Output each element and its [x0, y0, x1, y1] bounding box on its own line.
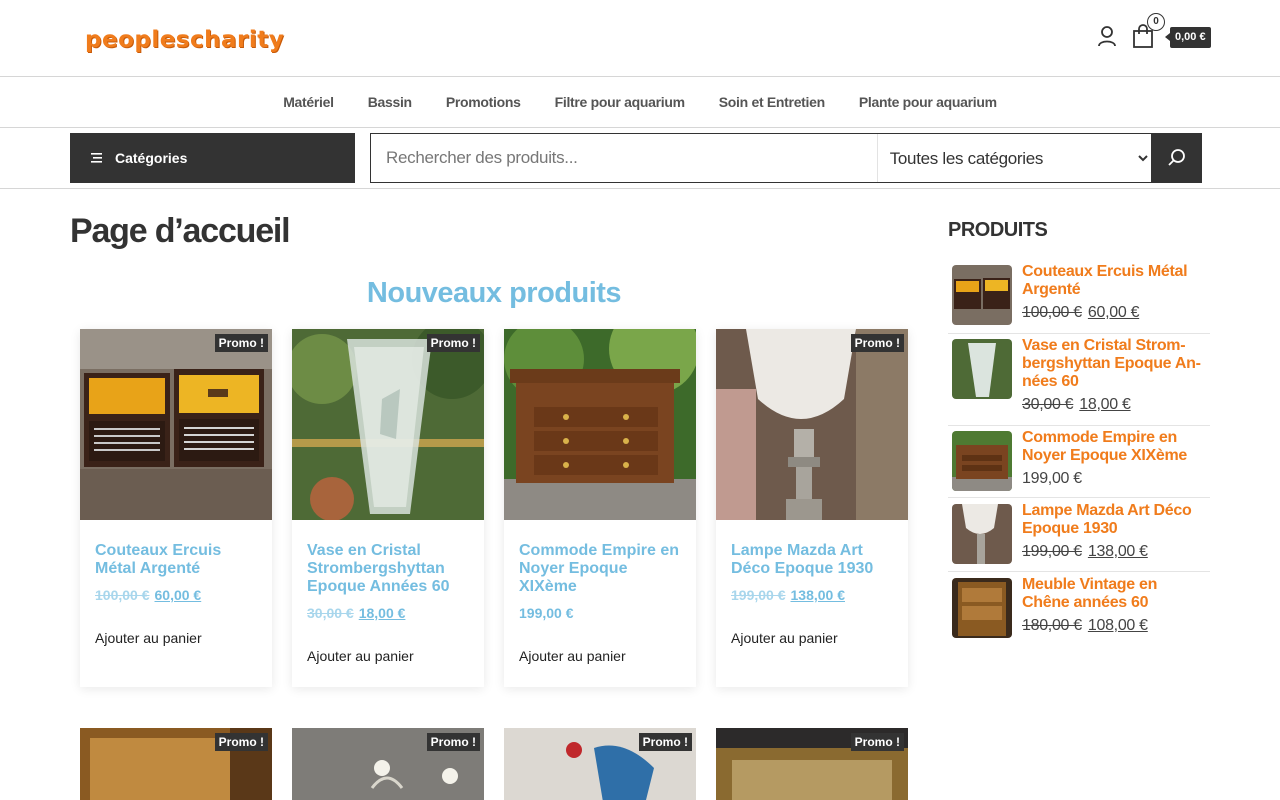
- categories-button[interactable]: Catégories: [70, 133, 355, 183]
- add-to-cart-button[interactable]: Ajouter au panier: [307, 648, 414, 664]
- sale-price: 60,00 €: [154, 587, 202, 603]
- search-form: Toutes les catégories: [370, 133, 1152, 183]
- sidebar-product-name[interactable]: Vase en Cristal Strom­bergshyttan Epoque…: [1022, 337, 1207, 391]
- product-name[interactable]: Commode Empire en Noyer Epoque XIXème: [519, 542, 689, 596]
- product-price: 199,00 €138,00 €: [731, 587, 845, 603]
- sidebar-product[interactable]: Commode Empire en Noyer Epoque XIXème 19…: [948, 427, 1210, 497]
- sidebar-title: PRODUITS: [948, 219, 1048, 241]
- sidebar-product-price: 100,00 € 60,00 €: [1022, 304, 1139, 322]
- sidebar-product-name[interactable]: Lampe Mazda Art Déco Epoque 1930: [1022, 502, 1207, 538]
- sidebar-divider: [948, 425, 1210, 426]
- nav-item-materiel[interactable]: Matériel: [283, 94, 334, 110]
- old-price: 100,00 €: [1022, 304, 1082, 321]
- nav-item-soin[interactable]: Soin et Entretien: [719, 94, 825, 110]
- product-name[interactable]: Lampe Mazda Art Déco Epoque 1930: [731, 542, 901, 578]
- old-price: 100,00 €: [95, 587, 150, 603]
- product-card[interactable]: Promo ! Vase en Cristal Strombergshyttan…: [292, 329, 484, 687]
- old-price: 199,00 €: [1022, 543, 1082, 560]
- search-divider: [0, 188, 1280, 189]
- section-title: Nouveaux produits: [366, 277, 622, 309]
- sidebar-divider: [948, 571, 1210, 572]
- sidebar-product-name[interactable]: Meuble Vintage en Chêne années 60: [1022, 576, 1207, 612]
- product-card[interactable]: Commode Empire en Noyer Epoque XIXème 19…: [504, 329, 696, 687]
- product-image[interactable]: Promo !: [716, 329, 908, 520]
- add-to-cart-button[interactable]: Ajouter au panier: [519, 648, 626, 664]
- cart-total[interactable]: 0,00 €: [1165, 27, 1211, 48]
- sidebar-divider: [948, 497, 1210, 498]
- sidebar-product-price: 199,00 €: [1022, 470, 1082, 488]
- product-image[interactable]: Promo !: [716, 728, 908, 800]
- product-image[interactable]: Promo !: [504, 728, 696, 800]
- page-title: Page d’accueil: [70, 212, 291, 250]
- promo-badge: Promo !: [426, 334, 480, 352]
- promo-badge: Promo !: [214, 733, 268, 751]
- cart-count-badge: 0: [1147, 13, 1165, 31]
- sidebar-product-thumb[interactable]: [952, 431, 1012, 491]
- product-image[interactable]: [504, 329, 696, 520]
- site-logo[interactable]: peoplescharity: [85, 27, 284, 53]
- sidebar-divider: [948, 333, 1210, 334]
- sale-price: 18,00 €: [358, 605, 406, 621]
- search-input[interactable]: [371, 134, 877, 182]
- product-name[interactable]: Vase en Cristal Strombergshyttan Epoque …: [307, 542, 477, 596]
- price: 199,00 €: [519, 605, 574, 621]
- product-card[interactable]: Promo ! Couteaux Ercuis Métal Argenté 10…: [80, 329, 272, 687]
- product-price: 30,00 €18,00 €: [307, 605, 405, 621]
- product-price: 199,00 €: [519, 605, 574, 621]
- product-image[interactable]: Promo !: [80, 728, 272, 800]
- nav-item-bassin[interactable]: Bassin: [368, 94, 412, 110]
- promo-badge: Promo !: [850, 334, 904, 352]
- sidebar-product-price: 180,00 € 108,00 €: [1022, 617, 1148, 635]
- product-image[interactable]: Promo !: [292, 329, 484, 520]
- old-price: 199,00 €: [731, 587, 786, 603]
- product-price: 100,00 €60,00 €: [95, 587, 201, 603]
- sale-price: 60,00 €: [1087, 304, 1140, 321]
- user-icon[interactable]: [1096, 25, 1118, 47]
- sidebar-product-thumb[interactable]: [952, 339, 1012, 399]
- category-select[interactable]: Toutes les catégories: [876, 134, 1151, 182]
- sidebar-product-thumb[interactable]: [952, 504, 1012, 564]
- main-nav: Matériel Bassin Promotions Filtre pour a…: [0, 77, 1280, 127]
- sale-price: 138,00 €: [790, 587, 846, 603]
- sidebar-product[interactable]: Vase en Cristal Strom­bergshyttan Epoque…: [948, 335, 1210, 425]
- sale-price: 18,00 €: [1079, 396, 1131, 413]
- product-card[interactable]: Promo ! Lampe Mazda Art Déco Epoque 1930…: [716, 329, 908, 687]
- nav-item-plante[interactable]: Plante pour aquarium: [859, 94, 997, 110]
- nav-item-promotions[interactable]: Promotions: [446, 94, 521, 110]
- search-button[interactable]: [1151, 133, 1202, 183]
- product-image[interactable]: Promo !: [80, 329, 272, 520]
- price: 199,00 €: [1022, 470, 1082, 487]
- promo-badge: Promo !: [214, 334, 268, 352]
- product-image[interactable]: Promo !: [292, 728, 484, 800]
- menu-icon: [91, 153, 102, 163]
- promo-badge: Promo !: [426, 733, 480, 751]
- sidebar-product-thumb[interactable]: [952, 265, 1012, 325]
- add-to-cart-button[interactable]: Ajouter au panier: [95, 630, 202, 646]
- sidebar-product[interactable]: Meuble Vintage en Chêne années 60 180,00…: [948, 574, 1210, 646]
- product-name[interactable]: Couteaux Ercuis Métal Argenté: [95, 542, 265, 578]
- old-price: 30,00 €: [1022, 396, 1074, 413]
- sidebar-product-thumb[interactable]: [952, 578, 1012, 638]
- sidebar-product-name[interactable]: Commode Empire en Noyer Epoque XIXème: [1022, 429, 1207, 465]
- old-price: 180,00 €: [1022, 617, 1082, 634]
- old-price: 30,00 €: [307, 605, 354, 621]
- nav-item-filtre[interactable]: Filtre pour aquarium: [555, 94, 685, 110]
- sale-price: 138,00 €: [1087, 543, 1148, 560]
- promo-badge: Promo !: [850, 733, 904, 751]
- promo-badge: Promo !: [638, 733, 692, 751]
- sidebar-product-price: 199,00 € 138,00 €: [1022, 543, 1148, 561]
- sale-price: 108,00 €: [1087, 617, 1148, 634]
- sidebar-product[interactable]: Couteaux Ercuis Métal Argenté 100,00 € 60…: [948, 261, 1210, 333]
- nav-divider: [0, 127, 1280, 128]
- sidebar-product[interactable]: Lampe Mazda Art Déco Epoque 1930 199,00 …: [948, 500, 1210, 572]
- add-to-cart-button[interactable]: Ajouter au panier: [731, 630, 838, 646]
- sidebar-product-name[interactable]: Couteaux Ercuis Métal Argenté: [1022, 263, 1207, 299]
- sidebar-product-price: 30,00 € 18,00 €: [1022, 396, 1131, 414]
- search-icon: [1168, 149, 1185, 166]
